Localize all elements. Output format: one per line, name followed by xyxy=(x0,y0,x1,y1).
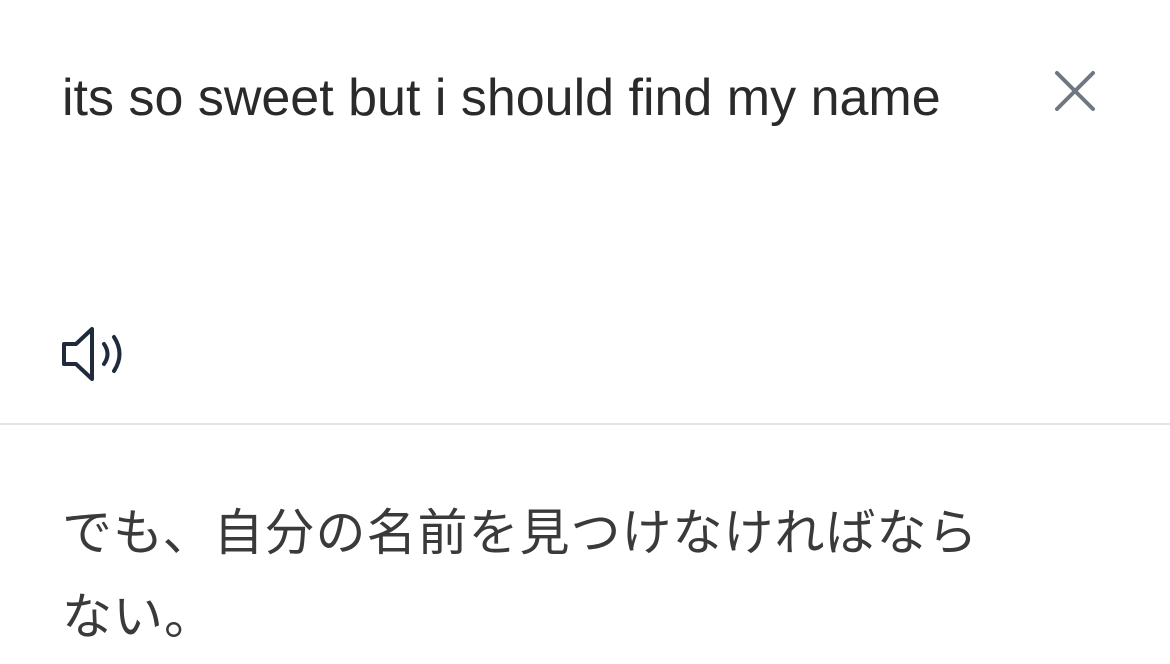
speaker-button[interactable] xyxy=(58,320,138,388)
source-panel: its so sweet but i should find my name xyxy=(0,0,1170,424)
translation-card: its so sweet but i should find my name で… xyxy=(0,0,1170,664)
source-text[interactable]: its so sweet but i should find my name xyxy=(62,56,962,140)
close-button[interactable] xyxy=(1046,62,1104,120)
translation-text[interactable]: でも、自分の名前を見つけなければならない。 xyxy=(62,491,1022,659)
speaker-icon xyxy=(62,327,122,381)
close-icon xyxy=(1055,71,1095,111)
translation-panel: でも、自分の名前を見つけなければならない。 xyxy=(0,425,1170,664)
